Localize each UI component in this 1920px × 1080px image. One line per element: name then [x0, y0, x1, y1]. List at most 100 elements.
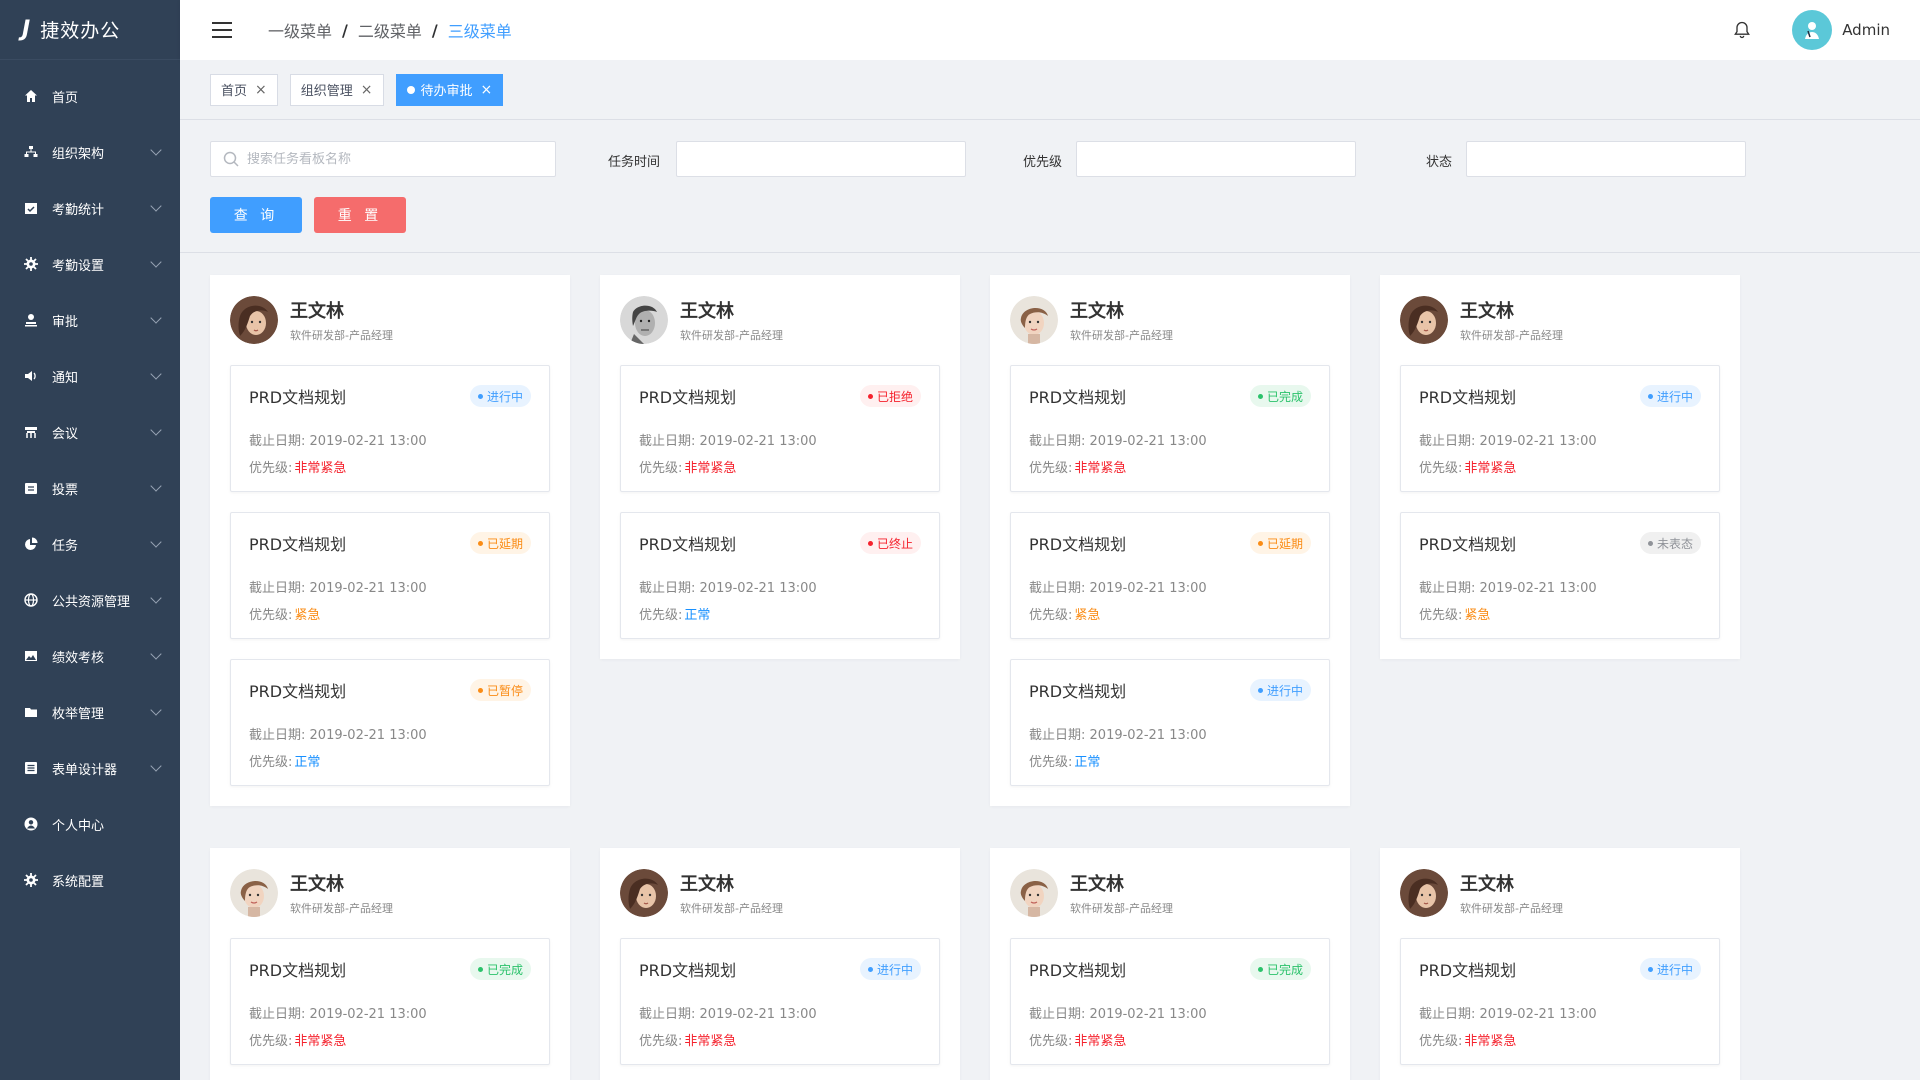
breadcrumb-level-2[interactable]: 二级菜单: [358, 18, 422, 42]
task-card-top: PRD文档规划 已终止: [639, 531, 921, 555]
search-input[interactable]: [247, 151, 537, 167]
sidebar-item[interactable]: 通知: [0, 348, 180, 404]
assignee-info: 王文林 软件研发部-产品经理: [1460, 297, 1563, 343]
tag-item[interactable]: 首页 ×: [210, 73, 278, 106]
task-card[interactable]: PRD文档规划 进行中 截止日期: 2019-02-21 13:00 优先级: 正常: [1010, 659, 1330, 786]
breadcrumb-level-3: 三级菜单: [447, 22, 512, 41]
breadcrumb-level-1[interactable]: 一级菜单: [268, 18, 332, 42]
tag-item[interactable]: 待办审批 ×: [395, 73, 504, 106]
kanban-column: 王文林 软件研发部-产品经理 PRD文档规划 已完成 截止日期: 2019-02-21 …: [990, 275, 1350, 806]
task-card[interactable]: PRD文档规划 已延期 截止日期: 2019-02-21 13:00 优先级: 紧急: [230, 512, 550, 639]
status-badge: 已终止: [859, 532, 921, 554]
task-priority: 优先级: 紧急: [249, 604, 531, 623]
priority-label: 优先级:: [249, 608, 293, 623]
deadline-label: 截止日期:: [1419, 1007, 1476, 1022]
task-deadline: 截止日期: 2019-02-21 13:00: [1419, 577, 1701, 596]
task-card[interactable]: PRD文档规划 已延期 截止日期: 2019-02-21 13:00 优先级: 紧急: [1010, 512, 1330, 639]
task-priority: 优先级: 非常紧急: [1029, 1030, 1311, 1049]
priority-value: 正常: [1074, 755, 1101, 770]
menu-toggle-icon[interactable]: [212, 22, 232, 38]
user-name[interactable]: Admin: [1842, 21, 1890, 39]
task-card[interactable]: PRD文档规划 已完成 截止日期: 2019-02-21 13:00 优先级: 非常紧急: [1010, 938, 1330, 1065]
deadline-value: 2019-02-21 13:00: [1479, 1007, 1597, 1022]
org-icon: [22, 143, 40, 161]
task-card[interactable]: PRD文档规划 进行中 截止日期: 2019-02-21 13:00 优先级: 非常紧急: [230, 365, 550, 492]
query-button[interactable]: 查 询: [210, 197, 302, 233]
priority-field[interactable]: [1076, 141, 1356, 177]
sidebar-item[interactable]: 任务: [0, 516, 180, 572]
sidebar-item[interactable]: 系统配置: [0, 852, 180, 908]
status-badge: 已暂停: [469, 679, 531, 701]
task-card[interactable]: PRD文档规划 已完成 截止日期: 2019-02-21 13:00 优先级: 非常紧急: [1010, 365, 1330, 492]
sidebar-item[interactable]: 组织架构: [0, 124, 180, 180]
task-card[interactable]: PRD文档规划 进行中 截止日期: 2019-02-21 13:00 优先级: 非常紧急: [620, 938, 940, 1065]
breadcrumb-separator: /: [342, 20, 348, 40]
task-card[interactable]: PRD文档规划 已暂停 截止日期: 2019-02-21 13:00 优先级: 正常: [230, 659, 550, 786]
priority-label: 优先级:: [249, 755, 293, 770]
task-card[interactable]: PRD文档规划 已拒绝 截止日期: 2019-02-21 13:00 优先级: 非常紧急: [620, 365, 940, 492]
priority-value: 非常紧急: [294, 461, 347, 476]
deadline-label: 截止日期:: [639, 581, 696, 596]
sidebar-item[interactable]: 考勤设置: [0, 236, 180, 292]
assignee-name: 王文林: [1070, 301, 1124, 322]
deadline-label: 截止日期:: [249, 434, 306, 449]
sidebar-item[interactable]: 首页: [0, 68, 180, 124]
sidebar: J 捷效办公 首页 组织架构 考勤统计 考勤设置 审批 通知 会议 投票 任务 公共资源管理绩效考…: [0, 0, 180, 1080]
task-time-field[interactable]: [676, 141, 966, 177]
task-deadline: 截止日期: 2019-02-21 13:00: [639, 430, 921, 449]
chevron-down-icon: [150, 424, 162, 436]
priority-value: 紧急: [1074, 608, 1101, 623]
close-icon[interactable]: ×: [481, 82, 493, 98]
task-card[interactable]: PRD文档规划 未表态 截止日期: 2019-02-21 13:00 优先级: 紧急: [1400, 512, 1720, 639]
close-icon[interactable]: ×: [255, 82, 267, 98]
task-card[interactable]: PRD文档规划 已完成 截止日期: 2019-02-21 13:00 优先级: 非常紧急: [230, 938, 550, 1065]
task-card-top: PRD文档规划 进行中: [1419, 957, 1701, 981]
bell-icon[interactable]: [1732, 20, 1752, 40]
active-dot-icon: [406, 85, 415, 94]
tag-item[interactable]: 组织管理 ×: [289, 73, 384, 106]
user-avatar[interactable]: [1792, 10, 1833, 50]
task-card[interactable]: PRD文档规划 已终止 截止日期: 2019-02-21 13:00 优先级: 正常: [620, 512, 940, 639]
reset-button[interactable]: 重 置: [314, 197, 406, 233]
sidebar-item[interactable]: 枚举管理: [0, 684, 180, 740]
status-text: 进行中: [486, 389, 523, 404]
task-priority: 优先级: 非常紧急: [639, 457, 921, 476]
app-logo[interactable]: J 捷效办公: [0, 0, 180, 60]
sidebar-item[interactable]: 审批: [0, 292, 180, 348]
assignee-info: 王文林 软件研发部-产品经理: [1070, 297, 1173, 343]
deadline-label: 截止日期:: [249, 728, 306, 743]
deadline-value: 2019-02-21 13:00: [309, 1007, 427, 1022]
sidebar-item[interactable]: 会议: [0, 404, 180, 460]
status-text: 已延期: [1266, 536, 1303, 551]
task-card[interactable]: PRD文档规划 进行中 截止日期: 2019-02-21 13:00 优先级: 非常紧急: [1400, 365, 1720, 492]
tag-label: 组织管理: [300, 84, 353, 99]
sidebar-item[interactable]: 投票: [0, 460, 180, 516]
sidebar-item-label: 绩效考核: [52, 650, 105, 666]
status-dot-icon: [867, 540, 873, 546]
priority-label: 优先级:: [1419, 1034, 1463, 1049]
task-priority: 优先级: 正常: [1029, 751, 1311, 770]
sidebar-item[interactable]: 考勤统计: [0, 180, 180, 236]
status-badge: 未表态: [1639, 532, 1701, 554]
search-box[interactable]: [210, 141, 556, 177]
task-card[interactable]: PRD文档规划 进行中 截止日期: 2019-02-21 13:00 优先级: 非常紧急: [1400, 938, 1720, 1065]
avatar: [620, 869, 668, 917]
assignee-name: 王文林: [680, 301, 734, 322]
priority-value: 紧急: [294, 608, 321, 623]
close-icon[interactable]: ×: [361, 82, 373, 98]
status-badge: 已完成: [469, 958, 531, 980]
status-field[interactable]: [1466, 141, 1746, 177]
deadline-value: 2019-02-21 13:00: [1089, 581, 1207, 596]
sidebar-item[interactable]: 个人中心: [0, 796, 180, 852]
task-title: PRD文档规划: [639, 388, 737, 407]
status-label: 状态: [1426, 155, 1453, 170]
priority-label: 优先级:: [1419, 608, 1463, 623]
task-time-label: 任务时间: [608, 155, 661, 170]
status-badge: 进行中: [469, 385, 531, 407]
avatar: [1010, 296, 1058, 344]
sidebar-item[interactable]: 绩效考核: [0, 628, 180, 684]
sidebar-item[interactable]: 表单设计器: [0, 740, 180, 796]
sidebar-item[interactable]: 公共资源管理: [0, 572, 180, 628]
task-title: PRD文档规划: [1029, 388, 1127, 407]
kanban-column: 王文林 软件研发部-产品经理 PRD文档规划 已完成 截止日期: 2019-02-21 …: [990, 848, 1350, 1080]
